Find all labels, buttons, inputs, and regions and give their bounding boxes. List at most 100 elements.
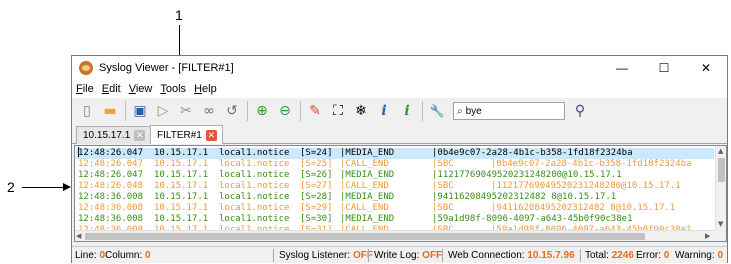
search-icon: ⌕: [457, 105, 463, 117]
callout-number-1: 1: [175, 7, 183, 23]
menu-help-hotkey: H: [194, 83, 203, 95]
log-sequence: [S=25]: [300, 159, 333, 169]
brush-icon[interactable]: ✎: [304, 100, 326, 122]
log-event: |CALL_END: [340, 203, 389, 213]
menu-file[interactable]: File: [76, 83, 94, 95]
select-area-icon[interactable]: ⛶: [327, 100, 349, 122]
menu-view-label: iew: [135, 83, 153, 95]
horizontal-scroll-thumb[interactable]: [85, 233, 645, 240]
menu-file-label: ile: [82, 83, 94, 95]
maximize-button[interactable]: ☐: [643, 56, 685, 80]
freeze-icon[interactable]: ❄: [350, 100, 372, 122]
search-value: bye: [465, 105, 482, 117]
zoom-out-icon[interactable]: ⊖: [274, 100, 296, 122]
log-time: 12:48:26.047: [78, 159, 144, 169]
status-syslog-listener[interactable]: Syslog Listener: OFF: [279, 250, 373, 261]
log-call-id: |11217769049520231248200@10.15.17.1: [491, 181, 681, 191]
minimize-button[interactable]: —: [601, 56, 643, 80]
play-icon[interactable]: ▷: [152, 100, 174, 122]
tab-filter[interactable]: FILTER#1 ✕: [150, 125, 223, 144]
status-write-log[interactable]: Write Log: OFF: [374, 250, 442, 261]
log-pane[interactable]: 12:48:26.047 10.15.17.1 local1.notice [S=24…: [74, 145, 727, 242]
log-event: |MEDIA_END: [340, 170, 395, 180]
log-event: |MEDIA_END: [340, 192, 395, 202]
tab-source-ip[interactable]: 10.15.17.1 ✕: [76, 126, 152, 144]
log-facility: local1.notice: [219, 214, 290, 224]
menu-edit-hotkey: E: [101, 83, 110, 95]
log-facility: local1.notice: [219, 192, 290, 202]
log-time: 12:48:26.048: [78, 181, 144, 191]
disconnect-icon[interactable]: ✂: [175, 100, 197, 122]
log-detail: |94116208495202312482 8@10.15.17.1: [432, 192, 617, 202]
status-total: Total: 2246: [585, 250, 634, 261]
tab-label: FILTER#1: [157, 129, 202, 141]
log-source-ip: 10.15.17.1: [154, 170, 209, 180]
log-facility: local1.notice: [219, 148, 290, 158]
scroll-left-icon[interactable]: ◀: [76, 232, 81, 240]
log-sequence: [S=29]: [300, 203, 333, 213]
title-bar[interactable]: Syslog Viewer - [FILTER#1] — ☐ ✕: [72, 56, 727, 80]
log-source-ip: 10.15.17.1: [154, 181, 209, 191]
status-webconn-value: 10.15.7.96: [527, 250, 575, 261]
log-sequence: [S=27]: [300, 181, 333, 191]
scrollbar-corner: [715, 230, 726, 241]
horizontal-scrollbar[interactable]: ◀ ▶: [75, 230, 715, 241]
status-writelog-value: OFF: [422, 250, 443, 261]
status-warning-label: Warning:: [675, 250, 715, 261]
log-source-ip: 10.15.17.1: [154, 192, 209, 202]
status-error-label: Error:: [636, 250, 661, 261]
scroll-up-icon[interactable]: ▲: [718, 147, 723, 155]
log-sequence: [S=24]: [300, 148, 333, 158]
log-detail: |59a1d98f-8096-4097-a643-45b0f90c38e1: [432, 214, 633, 224]
save-icon[interactable]: ▣: [129, 100, 151, 122]
scroll-right-icon[interactable]: ▶: [705, 232, 710, 240]
vertical-scroll-thumb[interactable]: [718, 158, 725, 182]
log-event: |CALL_END: [340, 181, 389, 191]
status-separator: [442, 249, 443, 262]
filter-info-icon[interactable]: i: [396, 100, 418, 122]
log-facility: local1.notice: [219, 181, 290, 191]
status-webconn-label: Web Connection:: [448, 250, 525, 261]
text-cursor: [78, 147, 79, 157]
log-detail: |SBC: [432, 181, 454, 191]
binoculars-icon[interactable]: ⚲: [569, 100, 591, 122]
open-folder-icon[interactable]: ▬: [99, 100, 121, 122]
loop-icon[interactable]: ∞: [198, 100, 220, 122]
syslog-viewer-window: Syslog Viewer - [FILTER#1] — ☐ ✕ File Ed…: [71, 55, 728, 263]
log-detail: |SBC: [432, 159, 454, 169]
menu-edit[interactable]: Edit: [102, 83, 121, 95]
new-file-icon[interactable]: ▯: [76, 100, 98, 122]
status-writelog-label: Write Log:: [374, 250, 420, 261]
status-total-label: Total:: [585, 250, 609, 261]
tab-close-icon[interactable]: ✕: [134, 130, 146, 141]
status-listener-label: Syslog Listener:: [279, 250, 351, 261]
log-row[interactable]: 12:48:26.047 10.15.17.1 local1.notice [S=24…: [76, 148, 714, 159]
search-input[interactable]: ⌕ bye: [453, 102, 565, 120]
callout-number-2: 2: [7, 179, 15, 195]
wrench-icon[interactable]: 🔧: [426, 100, 448, 122]
menu-help-label: elp: [202, 83, 217, 95]
scroll-down-icon[interactable]: ▼: [718, 220, 723, 228]
log-call-id: |0b4e9c07-2a28-4b1c-b358-1fd18f2324ba: [491, 159, 692, 169]
status-web-connection[interactable]: Web Connection: 10.15.7.96: [448, 250, 575, 261]
status-warning-value: 0: [717, 250, 723, 261]
menu-tools[interactable]: Tools: [160, 83, 186, 95]
toolbar: ▯ ▬ ▣ ▷ ✂ ∞ ↺ ⊕ ⊖ ✎ ⛶ ❄ i i 🔧 ⌕ bye ⚲: [72, 98, 727, 124]
log-time: 12:48:36.008: [78, 214, 144, 224]
zoom-in-icon[interactable]: ⊕: [251, 100, 273, 122]
log-time: 12:48:26.047: [78, 170, 144, 180]
tab-close-icon[interactable]: ✕: [205, 129, 217, 141]
menu-view[interactable]: View: [129, 83, 153, 95]
log-event: |MEDIA_END: [340, 148, 395, 158]
log-source-ip: 10.15.17.1: [154, 203, 209, 213]
status-line: Line: 0: [75, 250, 105, 261]
close-button[interactable]: ✕: [685, 56, 727, 80]
undo-icon[interactable]: ↺: [221, 100, 243, 122]
log-detail: |SBC: [432, 203, 454, 213]
menu-help[interactable]: Help: [194, 83, 217, 95]
info-icon[interactable]: i: [373, 100, 395, 122]
vertical-scrollbar[interactable]: ▲ ▼: [715, 146, 726, 231]
log-time: 12:48:26.047: [78, 148, 144, 158]
toolbar-separator: [300, 101, 301, 121]
log-call-id: |94116208495202312482 8@10.15.17.1: [491, 203, 676, 213]
